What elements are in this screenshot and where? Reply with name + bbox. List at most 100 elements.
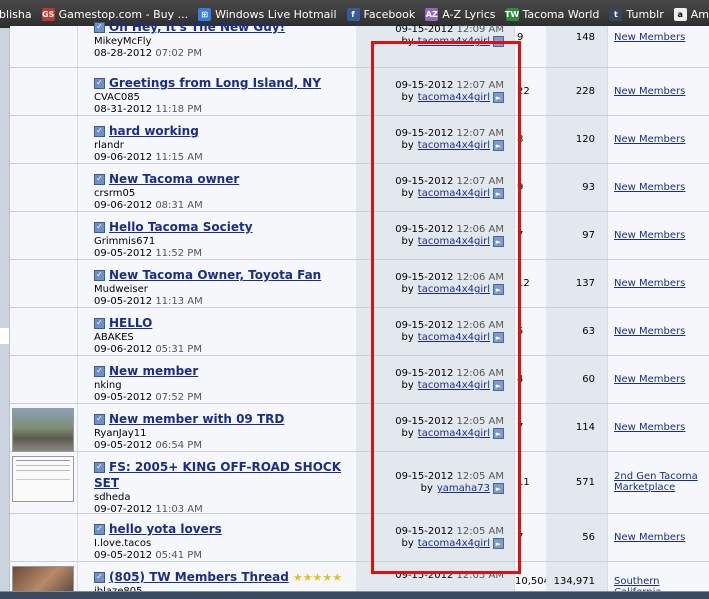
go-to-last-post-icon[interactable]: ►: [493, 538, 504, 549]
last-poster-link[interactable]: tacoma4x4girl: [418, 36, 490, 47]
view-count: 60: [582, 374, 595, 385]
forum-link[interactable]: New Members: [614, 532, 706, 543]
thread-starter[interactable]: Mudweiser: [94, 284, 148, 295]
go-to-last-post-icon[interactable]: ►: [493, 188, 504, 199]
reply-count[interactable]: 8: [517, 134, 537, 145]
thread-row: ✓ hello yota lovers I.love.tacos 09-05-2012…: [10, 514, 709, 562]
by-label: by: [401, 236, 414, 247]
thread-starter[interactable]: ABAKES: [94, 332, 134, 343]
reply-count[interactable]: 9: [517, 182, 537, 193]
thread-checkbox[interactable]: ✓: [94, 461, 105, 473]
bookmark-6[interactable]: t Tumblr: [609, 7, 664, 21]
go-to-last-post-icon[interactable]: ►: [493, 380, 504, 391]
go-to-last-post-icon[interactable]: ►: [493, 140, 504, 151]
thread-title-link[interactable]: (805) TW Members Thread: [109, 570, 289, 584]
thread-title-link[interactable]: Greetings from Long Island, NY: [109, 76, 321, 90]
thread-starter[interactable]: rlandr: [94, 140, 124, 151]
reply-count[interactable]: 7: [517, 532, 537, 543]
thread-title-link[interactable]: Oh Hey, It's The New Guy!: [109, 20, 285, 34]
go-to-last-post-icon[interactable]: ►: [493, 483, 504, 494]
thread-title-link[interactable]: FS: 2005+ KING OFF-ROAD SHOCK: [109, 460, 341, 474]
last-post-cell: 09-15-2012 12:06 AM by tacoma4x4girl ►: [356, 308, 514, 355]
reply-count[interactable]: 10,504: [515, 576, 550, 587]
thread-starter[interactable]: crsrm05: [94, 188, 135, 199]
bookmark-2[interactable]: ⊞ Windows Live Hotmail: [198, 7, 337, 21]
thread-cell: ✓ hello yota lovers I.love.tacos 09-05-2012…: [78, 514, 356, 561]
thread-thumbnail[interactable]: [12, 456, 74, 502]
thread-checkbox[interactable]: ✓: [94, 523, 105, 535]
thread-title-link[interactable]: hard working: [109, 124, 199, 138]
thread-title-link[interactable]: Hello Tacoma Society: [109, 220, 253, 234]
forum-link[interactable]: New Members: [614, 374, 706, 385]
last-poster-link[interactable]: tacoma4x4girl: [418, 92, 490, 103]
last-poster-link[interactable]: tacoma4x4girl: [418, 188, 490, 199]
thread-start-date: 09-06-2012 11:15 AM: [94, 152, 203, 163]
forum-link[interactable]: New Members: [614, 134, 706, 145]
bookmark-4[interactable]: AZ A-Z Lyrics: [425, 7, 496, 21]
go-to-last-post-icon[interactable]: ►: [493, 92, 504, 103]
thread-checkbox[interactable]: ✓: [94, 221, 105, 233]
last-post-date: 09-15-2012 12:05 AM: [395, 570, 504, 581]
thread-starter[interactable]: MikeyMcFly: [94, 36, 152, 47]
last-poster-link[interactable]: tacoma4x4girl: [418, 284, 490, 295]
reply-count[interactable]: 9: [517, 32, 537, 43]
forum-link[interactable]: New Members: [614, 422, 706, 433]
thread-checkbox[interactable]: ✓: [94, 173, 105, 185]
thread-title-link[interactable]: HELLO: [109, 316, 152, 330]
thread-checkbox[interactable]: ✓: [94, 413, 105, 425]
forum-link[interactable]: 2nd Gen Tacoma Marketplace: [614, 471, 706, 493]
thread-title-link[interactable]: hello yota lovers: [109, 522, 222, 536]
thread-starter[interactable]: Grimmis671: [94, 236, 155, 247]
thread-thumbnail[interactable]: [12, 408, 74, 452]
thread-starter[interactable]: sdheda: [94, 492, 131, 503]
reply-count[interactable]: 7: [517, 422, 537, 433]
go-to-last-post-icon[interactable]: ►: [493, 284, 504, 295]
forum-link[interactable]: New Members: [614, 326, 706, 337]
last-poster-link[interactable]: tacoma4x4girl: [418, 236, 490, 247]
forum-link[interactable]: New Members: [614, 86, 706, 97]
go-to-last-post-icon[interactable]: ►: [493, 36, 504, 47]
bookmark-5[interactable]: TW Tacoma World: [505, 7, 599, 21]
forum-link[interactable]: New Members: [614, 230, 706, 241]
bookmark-1[interactable]: GS Gamestop.com - Buy ...: [41, 7, 188, 21]
thread-checkbox[interactable]: ✓: [94, 317, 105, 329]
last-poster-link[interactable]: tacoma4x4girl: [418, 140, 490, 151]
reply-count[interactable]: 5: [517, 326, 537, 337]
forum-link[interactable]: New Members: [614, 278, 706, 289]
thread-title-line: ✓ Oh Hey, It's The New Guy!: [94, 20, 285, 34]
thread-checkbox[interactable]: ✓: [94, 21, 105, 33]
thread-starter[interactable]: RyanJay11: [94, 428, 147, 439]
forum-link[interactable]: New Members: [614, 32, 706, 43]
thread-starter[interactable]: CVAC085: [94, 92, 140, 103]
thread-checkbox[interactable]: ✓: [94, 571, 105, 583]
bookmark-3[interactable]: f Facebook: [346, 7, 415, 21]
thread-title-link-continued[interactable]: SET: [94, 476, 119, 490]
last-poster-link[interactable]: yamaha73: [437, 483, 490, 494]
reply-count[interactable]: 22: [517, 86, 537, 97]
bookmark-7[interactable]: aAmazon.com Online ...: [673, 7, 709, 21]
thread-starter[interactable]: I.love.tacos: [94, 538, 151, 549]
thread-title-link[interactable]: New member with 09 TRD: [109, 412, 284, 426]
last-poster-link[interactable]: tacoma4x4girl: [418, 538, 490, 549]
bookmark-0[interactable]: iblisha: [0, 8, 32, 21]
reply-count[interactable]: 12: [517, 278, 537, 289]
thread-title-link[interactable]: New member: [109, 364, 198, 378]
go-to-last-post-icon[interactable]: ►: [493, 236, 504, 247]
go-to-last-post-icon[interactable]: ►: [493, 428, 504, 439]
thread-starter[interactable]: nking: [94, 380, 122, 391]
thread-checkbox[interactable]: ✓: [94, 125, 105, 137]
last-poster-link[interactable]: tacoma4x4girl: [418, 380, 490, 391]
go-to-last-post-icon[interactable]: ►: [493, 332, 504, 343]
forum-link[interactable]: New Members: [614, 182, 706, 193]
reply-count[interactable]: 7: [517, 230, 537, 241]
last-poster-link[interactable]: tacoma4x4girl: [418, 428, 490, 439]
thread-title-link[interactable]: New Tacoma owner: [109, 172, 239, 186]
thread-checkbox[interactable]: ✓: [94, 77, 105, 89]
thread-title-link[interactable]: New Tacoma Owner, Toyota Fan: [109, 268, 321, 282]
last-poster-link[interactable]: tacoma4x4girl: [418, 332, 490, 343]
thread-checkbox[interactable]: ✓: [94, 269, 105, 281]
reply-count[interactable]: 11: [517, 477, 537, 488]
reply-count[interactable]: 4: [517, 374, 537, 385]
thread-checkbox[interactable]: ✓: [94, 365, 105, 377]
view-count: 97: [582, 230, 595, 241]
